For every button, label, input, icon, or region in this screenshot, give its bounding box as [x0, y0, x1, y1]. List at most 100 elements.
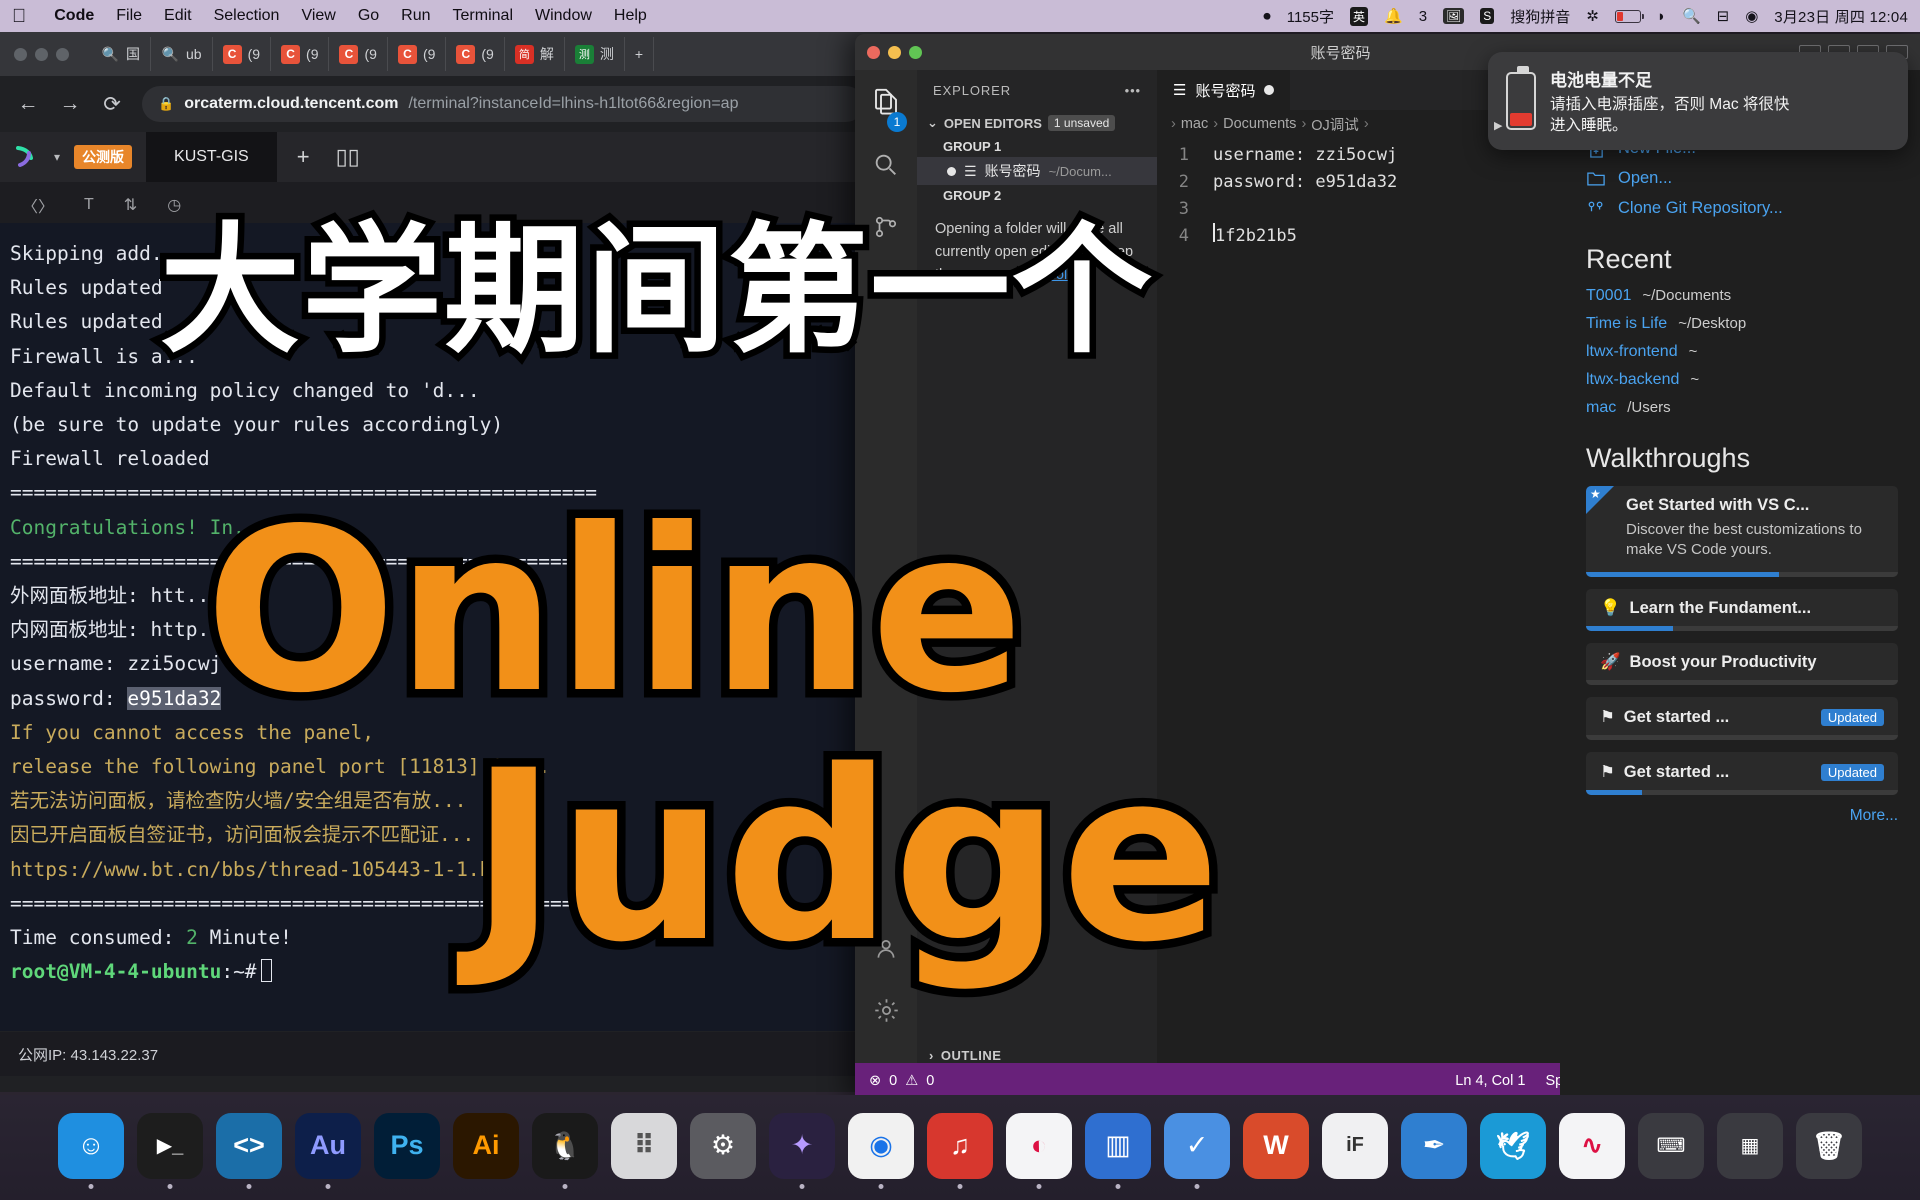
menu-run[interactable]: Run [401, 7, 430, 25]
dock-item-parallels[interactable]: ▥ [1085, 1112, 1151, 1189]
dock-item-swift-bird[interactable]: 🕊 [1480, 1112, 1546, 1179]
problems-indicator[interactable]: ⊗ 0 ⚠ 0 [869, 1073, 934, 1089]
bell-icon[interactable]: 🔔 [1384, 7, 1403, 25]
dock-item-obsidian[interactable]: ✦ [769, 1112, 835, 1189]
input-language-badge[interactable]: 英 [1349, 6, 1368, 26]
wifi-icon[interactable]: ◗ [1657, 8, 1666, 25]
ellipsis-icon[interactable]: ••• [1125, 83, 1141, 98]
word-count-label[interactable]: 1155字 [1287, 6, 1334, 27]
walkthrough-card[interactable]: 💡 Learn the Fundament... [1586, 589, 1898, 631]
walkthrough-card[interactable]: ★ Get Started with VS C... Discover the … [1586, 486, 1898, 577]
back-icon[interactable]: ← [16, 92, 40, 116]
search-icon[interactable]: 🔍 [1682, 7, 1701, 25]
code-icon[interactable]: 〈〉 [22, 193, 54, 217]
battery-icon[interactable] [1614, 9, 1644, 23]
cursor-position[interactable]: Ln 4, Col 1 [1455, 1073, 1525, 1089]
font-size-icon[interactable]: T [84, 196, 94, 214]
dock-item-ifonts[interactable]: iF [1322, 1112, 1388, 1179]
clock-label[interactable]: 3月23日 周四 12:04 [1774, 6, 1908, 27]
dock-item-photoshop[interactable]: Ps [374, 1112, 440, 1179]
open-editor-item[interactable]: ☰ 账号密码 ~/Docum... [917, 157, 1157, 185]
reload-icon[interactable]: ⟳ [100, 92, 124, 117]
add-session-icon[interactable]: + [291, 144, 316, 170]
dock-item-wps[interactable]: W [1243, 1112, 1309, 1179]
open-editors-section[interactable]: ⌄ OPEN EDITORS 1 unsaved [917, 110, 1157, 136]
code-editor[interactable]: 1 username: zzi5ocwj 2 password: e951da3… [1157, 138, 1560, 250]
dock-widget-keyboard[interactable]: ⌨ [1638, 1112, 1704, 1179]
menu-go[interactable]: Go [358, 7, 379, 25]
recent-item[interactable]: Time is Life ~/Desktop [1586, 315, 1898, 333]
recent-item[interactable]: mac /Users [1586, 399, 1898, 417]
browser-tab[interactable]: 测测 [565, 37, 625, 71]
terminal-note-url[interactable]: https://www.bt.cn/bbs/thread-105443-1-1.… [10, 858, 527, 881]
browser-tab[interactable]: C (9 [213, 37, 272, 71]
siri-icon[interactable]: ◉ [1745, 7, 1758, 25]
open-folder-button[interactable]: Open... [1586, 169, 1898, 188]
browser-tab[interactable]: C (9 [388, 37, 447, 71]
recent-item[interactable]: T0001 ~/Documents [1586, 287, 1898, 305]
browser-tab[interactable]: C (9 [329, 37, 388, 71]
menu-selection[interactable]: Selection [214, 7, 280, 25]
dock-item-qiniu[interactable]: ◐ [1006, 1112, 1072, 1189]
screenshot-icon[interactable]: 🖼 [1443, 8, 1465, 24]
dock-item-audition[interactable]: Au [295, 1112, 361, 1189]
terminal-session-tab[interactable]: KUST-GIS [146, 132, 277, 182]
accounts-icon[interactable] [873, 936, 899, 967]
browser-tab[interactable]: 🔍 ub [151, 37, 213, 71]
browser-traffic-lights[interactable] [14, 47, 69, 61]
dock-item-qq[interactable]: 🐧 [532, 1112, 598, 1189]
menu-file[interactable]: File [116, 7, 142, 25]
dock-item-chrome[interactable]: ◉ [848, 1112, 914, 1189]
editor-tab[interactable]: ☰ 账号密码 [1157, 70, 1291, 110]
dock-item-wave-app[interactable]: ∿ [1559, 1112, 1625, 1179]
menu-edit[interactable]: Edit [164, 7, 192, 25]
close-icon[interactable] [867, 45, 880, 59]
forward-icon[interactable]: → [58, 92, 82, 116]
dock-item-system-settings[interactable]: ⚙ [690, 1112, 756, 1179]
dock-item-netease-music[interactable]: ♫ [927, 1112, 993, 1189]
dock-item-launchpad[interactable]: ⠿ [611, 1112, 677, 1179]
address-bar[interactable]: 🔒 orcaterm.cloud.tencent.com/terminal?in… [142, 86, 864, 122]
menu-window[interactable]: Window [535, 7, 592, 25]
dock-widget-calculator[interactable]: ▦ [1717, 1112, 1783, 1179]
bluetooth-icon[interactable]: ✲ [1586, 7, 1599, 25]
walkthrough-card[interactable]: 🚀 Boost your Productivity [1586, 643, 1898, 685]
breadcrumb-item[interactable]: mac [1181, 116, 1208, 132]
browser-tab[interactable]: 🔍 国 [91, 37, 151, 71]
clone-repo-button[interactable]: Clone Git Repository... [1586, 199, 1898, 218]
unsaved-dot-icon[interactable] [1264, 85, 1275, 95]
walkthrough-card[interactable]: ⚑ Get started ... Updated [1586, 697, 1898, 740]
dock-item-terminal[interactable]: ▶_ [137, 1112, 203, 1189]
search-icon[interactable] [872, 151, 900, 184]
apple-icon[interactable]:  [12, 7, 26, 26]
add-folder-link[interactable]: add a folder [1012, 267, 1088, 283]
terminal-output[interactable]: Skipping add... Rules updated Rules upda… [0, 223, 880, 1031]
upload-download-icon[interactable]: ⇅ [124, 195, 137, 215]
menu-help[interactable]: Help [614, 7, 647, 25]
menu-terminal[interactable]: Terminal [453, 7, 513, 25]
browser-tab[interactable]: C (9 [271, 37, 330, 71]
record-icon[interactable]: ⏺ [1263, 8, 1271, 25]
dock-item-feather-writer[interactable]: ✒ [1401, 1112, 1467, 1179]
sogou-icon[interactable]: S [1480, 8, 1495, 24]
recent-item[interactable]: ltwx-backend ~ [1586, 371, 1898, 389]
control-center-icon[interactable]: ⊟ [1717, 7, 1730, 25]
browser-tab[interactable]: 简解 [505, 37, 565, 71]
source-control-icon[interactable] [873, 214, 899, 245]
ime-name-label[interactable]: 搜狗拼音 [1510, 6, 1570, 27]
breadcrumb-item[interactable]: OJ调试 [1311, 114, 1359, 135]
menu-code[interactable]: Code [54, 7, 94, 25]
recent-item[interactable]: ltwx-frontend ~ [1586, 343, 1898, 361]
dock-item-todo[interactable]: ✓ [1164, 1112, 1230, 1189]
split-pane-icon[interactable]: ▯▯ [330, 144, 366, 170]
more-link[interactable]: More... [1586, 807, 1898, 825]
battery-notification[interactable]: ▶ 电池电量不足 请插入电源插座，否则 Mac 将很快 进入睡眠。 [1488, 52, 1908, 150]
monitor-icon[interactable]: ◷ [167, 195, 181, 215]
breadcrumb-item[interactable]: Documents [1223, 116, 1296, 132]
walkthrough-card[interactable]: ⚑ Get started ... Updated [1586, 752, 1898, 795]
dock-item-illustrator[interactable]: Ai [453, 1112, 519, 1179]
dock-item-vscode[interactable]: <> [216, 1112, 282, 1189]
expand-arrow-icon[interactable]: ▶ [1494, 119, 1502, 132]
menu-view[interactable]: View [301, 7, 335, 25]
chevron-down-icon[interactable]: ▾ [54, 150, 60, 164]
